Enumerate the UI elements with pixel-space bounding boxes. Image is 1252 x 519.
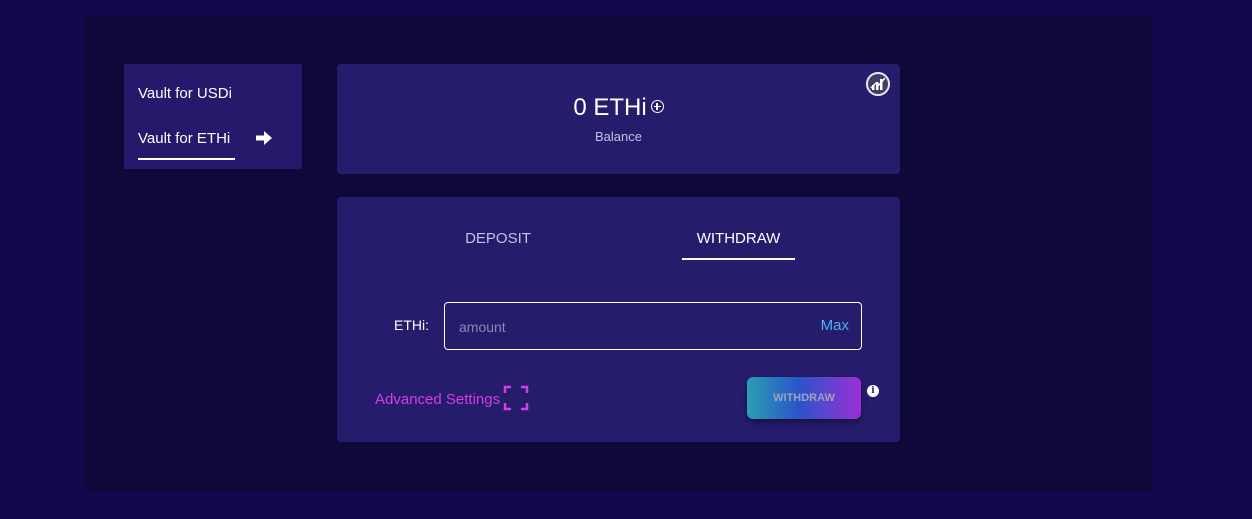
sidebar-item-ethi-vault[interactable]: Vault for ETHi <box>138 130 230 147</box>
tab-active-indicator <box>682 258 795 260</box>
deposit-withdraw-card: DEPOSIT WITHDRAW ETHi: Max Advanced Sett… <box>337 197 900 442</box>
sidebar-active-indicator <box>138 158 235 160</box>
plus-circle-icon[interactable] <box>650 100 664 114</box>
bar-chart-icon[interactable] <box>866 72 890 96</box>
tab-withdraw[interactable]: WITHDRAW <box>682 230 795 247</box>
balance-card: 0 ETHi Balance <box>337 64 900 174</box>
withdraw-button[interactable]: WITHDRAW <box>747 377 861 419</box>
amount-input[interactable] <box>457 316 801 338</box>
amount-field: Max <box>444 302 862 350</box>
balance-display: 0 ETHi <box>337 94 900 122</box>
arrow-right-icon <box>256 131 272 145</box>
balance-label: Balance <box>595 129 642 144</box>
max-button[interactable]: Max <box>821 317 849 334</box>
vault-sidebar: Vault for USDi Vault for ETHi <box>124 64 302 169</box>
advanced-settings-link[interactable]: Advanced Settings <box>375 391 500 408</box>
balance-value: 0 ETHi <box>573 94 647 121</box>
tab-deposit[interactable]: DEPOSIT <box>457 230 539 247</box>
sidebar-item-usdi-vault[interactable]: Vault for USDi <box>138 85 232 102</box>
amount-field-label: ETHi: <box>394 317 429 333</box>
expand-icon[interactable] <box>503 385 529 411</box>
info-icon[interactable]: i <box>867 385 879 397</box>
